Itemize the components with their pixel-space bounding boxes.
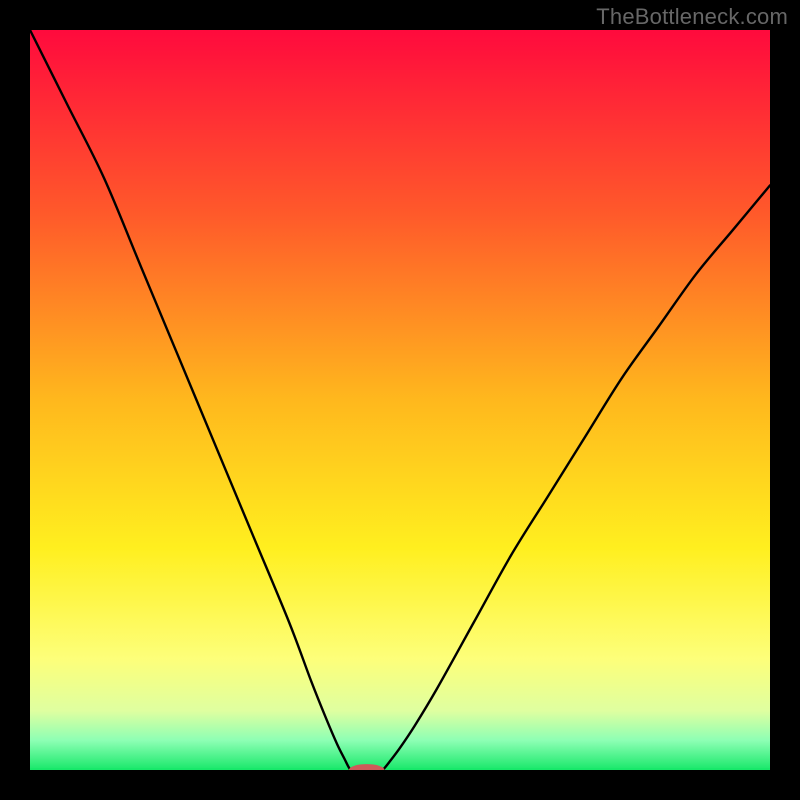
chart-plot [30, 30, 770, 770]
chart-frame: TheBottleneck.com [0, 0, 800, 800]
chart-svg [30, 30, 770, 770]
chart-background [30, 30, 770, 770]
watermark-text: TheBottleneck.com [596, 4, 788, 30]
